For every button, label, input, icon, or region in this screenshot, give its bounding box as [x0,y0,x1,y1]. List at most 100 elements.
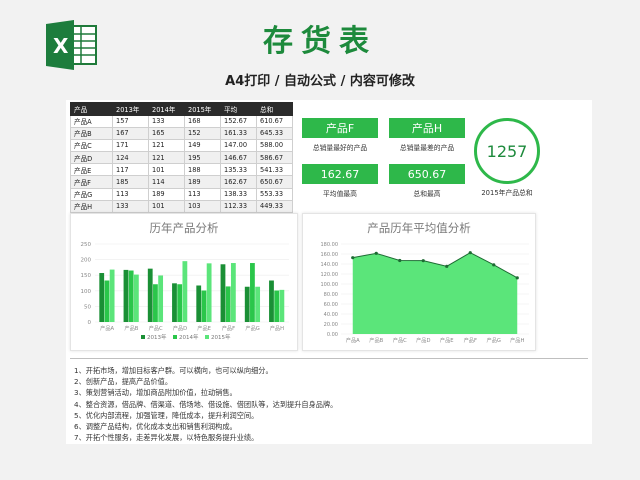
table-row: 产品G 113 189 113 138.33 553.33 [70,187,293,201]
area-x-tick-label: 产品B [369,336,383,344]
area-chart-panel: 产品历年平均值分析 0.00 20.00 40.00 60.00 80.00 100.00… [302,213,536,351]
table-header-cell: 2015年 [184,102,221,116]
table-row: 产品F 185 114 189 162.67 650.67 [70,175,293,189]
table-cell[interactable]: 586.67 [256,151,293,165]
area-point [374,251,378,255]
table-cell[interactable]: 103 [184,199,221,214]
area-y-tick-label: 40.00 [324,312,338,318]
table-cell[interactable]: 101 [148,163,185,177]
best-seller-caption: 总销量最好的产品 [312,144,368,152]
table-cell[interactable]: 112.33 [220,199,257,214]
bar-y-tick-label: 50 [84,304,91,310]
table-cell[interactable]: 113 [112,187,149,201]
bar-y-tick-label: 0 [88,320,92,326]
table-cell[interactable]: 152.67 [220,114,257,128]
area-x-tick-label: 产品D [416,336,430,344]
bar-y-tick-label: 100 [81,289,92,295]
table-cell[interactable]: 147.00 [220,138,257,153]
table-cell[interactable]: 650.67 [256,175,293,189]
area-y-tick-label: 20.00 [324,322,338,328]
worksheet: 产品 2013年 2014年 2015年 平均 总和 产品A 157 133 168 152.67… [66,100,592,444]
divider [70,358,588,359]
bar-x-tick-label: 产品F [222,324,235,332]
area-point [421,259,425,263]
table-cell[interactable]: 101 [148,199,185,214]
bar [250,263,255,322]
bar [99,273,105,322]
area-point [398,258,402,263]
table-cell[interactable]: 117 [112,163,149,177]
table-row: 产品B 167 165 152 161.33 645.33 [70,126,293,140]
table-cell[interactable]: 449.33 [256,199,293,214]
total-2015-circle: 1257 [474,118,540,184]
table-cell[interactable]: 产品G [70,187,113,201]
bar-y-tick-label: 200 [81,258,92,264]
table-cell[interactable]: 185 [112,175,149,189]
notes-list: 1、开拓市场，增加目标客户群。可以横向，也可以纵向细分。 2、创新产品，提高产品价… [74,365,337,443]
table-cell[interactable]: 541.33 [256,163,293,177]
table-cell[interactable]: 124 [112,151,149,165]
table-cell[interactable]: 138.33 [220,187,257,201]
note-item: 6、调整产品结构，优化成本支出和销售利润构成。 [74,422,237,432]
bar [255,286,261,322]
area-x-tick-label: 产品F [464,336,477,344]
table-cell[interactable]: 188 [184,163,221,177]
table-cell[interactable]: 135.33 [220,163,257,177]
bar [274,290,280,322]
table-cell[interactable]: 产品D [70,151,113,165]
bar [147,268,153,322]
area-point [492,263,496,267]
avg-max-caption: 平均值最高 [323,190,357,198]
table-cell[interactable]: 157 [112,114,149,128]
bar [104,280,110,322]
table-cell[interactable]: 产品C [70,138,113,153]
table-cell[interactable]: 产品B [70,126,113,140]
table-cell[interactable]: 121 [148,151,185,165]
bar-chart-panel: 历年产品分析 0 50 100 150 200 250 产品A 产品B 产品C 产品D 产品E 产品F… [70,213,298,351]
table-cell[interactable]: 189 [184,175,221,189]
area-point [468,251,472,255]
table-cell[interactable]: 133 [112,199,149,214]
legend-label: 2015年 [211,333,231,341]
table-row: 产品E 117 101 188 135.33 541.33 [70,163,293,177]
table-cell[interactable]: 161.33 [220,126,257,140]
table-cell[interactable]: 195 [184,151,221,165]
table-header-cell: 平均 [220,102,257,116]
table-cell[interactable]: 产品H [70,199,113,214]
table-cell[interactable]: 产品F [70,175,113,189]
table-cell[interactable]: 588.00 [256,138,293,153]
table-cell[interactable]: 149 [184,138,221,153]
table-cell[interactable]: 113 [184,187,221,201]
table-cell[interactable]: 610.67 [256,114,293,128]
table-cell[interactable]: 553.33 [256,187,293,201]
table-cell[interactable]: 645.33 [256,126,293,140]
table-cell[interactable]: 产品E [70,163,113,177]
area-y-tick-label: 80.00 [324,292,338,298]
avg-max-box: 162.67 [302,164,378,184]
bar [123,269,129,322]
table-cell[interactable]: 152 [184,126,221,140]
legend-swatch [173,335,177,339]
table-cell[interactable]: 162.67 [220,175,257,189]
table-cell[interactable]: 产品A [70,114,113,128]
area-y-tick-label: 120.00 [321,272,339,278]
table-header-cell: 2014年 [148,102,185,116]
table-cell[interactable]: 189 [148,187,185,201]
sum-max-box: 650.67 [389,164,465,184]
legend-label: 2013年 [147,333,167,341]
note-item: 4、整合资源，借品牌、借渠道、借场地、借设施、借团队等，达到提升自身品牌。 [74,399,338,409]
table-cell[interactable]: 133 [148,114,185,128]
bar [201,290,207,322]
table-cell[interactable]: 167 [112,126,149,140]
bar-x-tick-label: 产品G [245,324,259,332]
table-cell[interactable]: 146.67 [220,151,257,165]
table-cell[interactable]: 168 [184,114,221,128]
table-cell[interactable]: 171 [112,138,149,153]
bar-y-tick-label: 250 [81,242,92,248]
bar [128,270,134,322]
table-cell[interactable]: 121 [148,138,185,153]
table-header-cell: 总和 [256,102,293,116]
bar [269,280,274,322]
table-cell[interactable]: 165 [148,126,185,140]
table-cell[interactable]: 114 [148,175,185,189]
